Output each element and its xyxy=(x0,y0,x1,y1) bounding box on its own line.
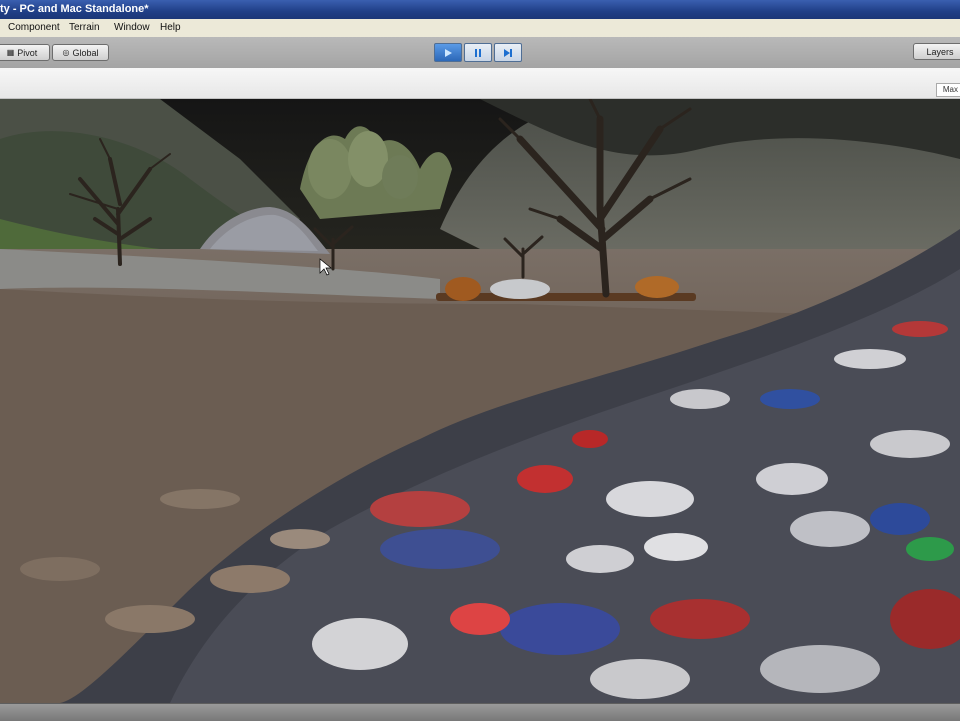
play-icon xyxy=(445,48,452,57)
menu-item-terrain[interactable]: Terrain xyxy=(69,22,100,33)
global-label: Global xyxy=(72,47,99,58)
menu-bar: Component Terrain Window Help xyxy=(0,19,960,38)
pivot-label: Pivot xyxy=(17,47,38,58)
layers-label: Layers xyxy=(926,46,954,57)
window-titlebar: ty - PC and Mac Standalone* xyxy=(0,0,960,19)
menu-item-component[interactable]: Component xyxy=(8,22,60,33)
play-button[interactable] xyxy=(434,43,462,62)
maximize-label: Max xyxy=(942,85,958,94)
globe-icon: ◎ xyxy=(62,48,70,57)
status-bar xyxy=(0,703,960,721)
layers-dropdown[interactable]: Layers xyxy=(913,43,960,60)
maximize-on-play-toggle[interactable]: Max xyxy=(935,83,960,97)
game-view-viewport[interactable] xyxy=(0,99,960,703)
global-toggle-button[interactable]: ◎ Global xyxy=(52,44,109,61)
pause-button[interactable] xyxy=(464,43,492,62)
toolbar: ▦ Pivot ◎ Global Layers xyxy=(0,37,960,69)
game-view-header: Max xyxy=(0,68,960,99)
window-title: ty - PC and Mac Standalone* xyxy=(0,3,149,15)
pause-icon xyxy=(475,48,481,57)
pivot-icon: ▦ xyxy=(6,48,15,57)
pivot-toggle-button[interactable]: ▦ Pivot xyxy=(0,44,50,61)
step-button[interactable] xyxy=(494,43,522,62)
step-icon xyxy=(504,48,512,57)
menu-item-help[interactable]: Help xyxy=(160,22,181,33)
game-scene-render xyxy=(0,99,960,703)
menu-item-window[interactable]: Window xyxy=(114,22,150,33)
